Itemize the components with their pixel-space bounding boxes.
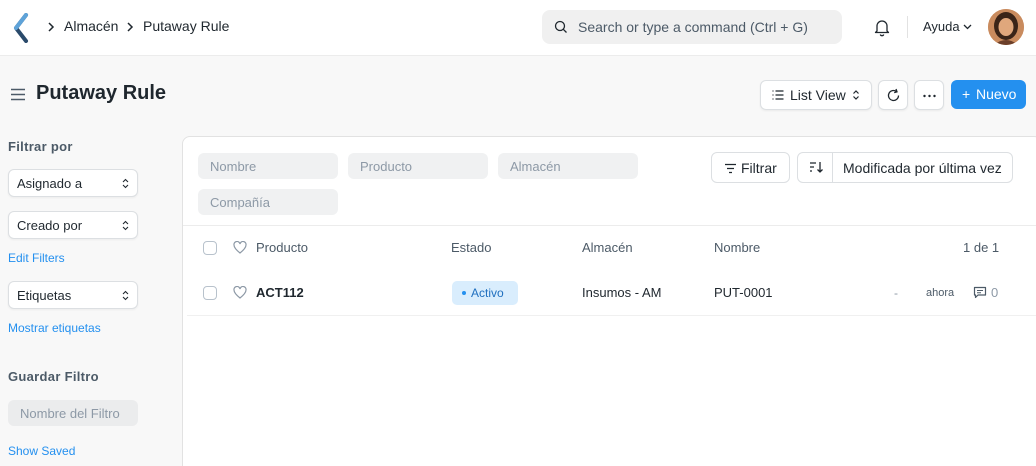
filter-button[interactable]: Filtrar (711, 152, 790, 183)
row-producto[interactable]: ACT112 (256, 285, 304, 300)
search-icon (554, 20, 567, 33)
row-nombre: PUT-0001 (714, 285, 773, 300)
more-horizontal-icon (923, 94, 936, 98)
search-placeholder: Search or type a command (Ctrl + G) (578, 19, 808, 35)
select-chevron-icon (122, 290, 129, 301)
search-input[interactable]: Search or type a command (Ctrl + G) (542, 10, 842, 44)
status-dot (462, 291, 466, 295)
app-logo-icon[interactable] (12, 13, 30, 43)
reload-button[interactable] (878, 80, 908, 110)
more-actions-button[interactable] (914, 80, 944, 110)
list-view-label: List View (790, 87, 846, 103)
list-view-select[interactable]: List View (760, 80, 872, 110)
compania-filter-placeholder: Compañía (210, 195, 270, 210)
filter-button-label: Filtrar (741, 160, 777, 176)
select-chevron-icon (122, 220, 129, 231)
comment-icon[interactable] (973, 286, 987, 299)
almacen-filter-input[interactable]: Almacén (498, 153, 638, 179)
breadcrumb-almacen[interactable]: Almacén (64, 18, 118, 34)
refresh-icon (887, 88, 900, 102)
status-badge: Activo (452, 281, 518, 305)
list-icon (772, 90, 784, 100)
sort-order-button[interactable] (798, 153, 833, 182)
edit-filters-link[interactable]: Edit Filters (8, 251, 65, 265)
column-header-almacen[interactable]: Almacén (582, 240, 633, 255)
navbar: Almacén Putaway Rule Search or type a co… (0, 0, 1036, 56)
row-divider (187, 315, 1036, 316)
heart-icon[interactable] (233, 241, 247, 254)
row-modified-time: ahora (926, 287, 955, 299)
list-panel: Nombre Producto Almacén Compañía Filtrar… (182, 136, 1036, 466)
chevron-right-icon (127, 22, 134, 32)
created-by-select[interactable]: Creado por (8, 211, 138, 239)
select-chevron-icon (853, 90, 859, 100)
created-by-label: Creado por (17, 218, 83, 233)
chevron-down-icon (963, 24, 972, 30)
sidebar-toggle-icon[interactable] (10, 88, 26, 101)
page-title: Putaway Rule (36, 82, 167, 104)
status-label: Activo (471, 286, 504, 300)
avatar-image (988, 9, 1024, 45)
filter-name-input[interactable]: Nombre del Filtro (8, 400, 138, 426)
tags-select[interactable]: Etiquetas (8, 281, 138, 309)
column-header-estado[interactable]: Estado (451, 240, 491, 255)
show-tags-link[interactable]: Mostrar etiquetas (8, 321, 101, 335)
breadcrumb-putaway-rule[interactable]: Putaway Rule (143, 18, 229, 34)
filter-icon (725, 163, 736, 174)
filter-by-heading: Filtrar por (8, 139, 73, 154)
help-dropdown[interactable]: Ayuda (923, 19, 960, 34)
comment-count: 0 (991, 285, 999, 300)
filter-name-placeholder: Nombre del Filtro (20, 406, 120, 421)
plus-icon: + (962, 86, 971, 102)
almacen-filter-placeholder: Almacén (510, 159, 561, 174)
compania-filter-input[interactable]: Compañía (198, 189, 338, 215)
navbar-divider (907, 16, 908, 38)
nombre-filter-placeholder: Nombre (210, 159, 257, 174)
assigned-to-label: Asignado a (17, 176, 83, 191)
save-filter-heading: Guardar Filtro (8, 369, 99, 384)
row-checkbox[interactable] (203, 286, 217, 300)
column-header-producto[interactable]: Producto (256, 240, 308, 255)
sort-selector: Modificada por última vez (797, 152, 1013, 183)
nombre-filter-input[interactable]: Nombre (198, 153, 338, 179)
row-almacen: Insumos - AM (582, 285, 662, 300)
chevron-right-icon (48, 22, 55, 32)
row-dash: - (894, 286, 898, 300)
select-all-checkbox[interactable] (203, 241, 217, 255)
result-count: 1 de 1 (963, 240, 1000, 255)
panel-divider (183, 225, 1036, 226)
sort-field-button[interactable]: Modificada por última vez (843, 160, 1002, 176)
show-saved-link[interactable]: Show Saved (8, 444, 75, 458)
column-header-nombre[interactable]: Nombre (714, 240, 760, 255)
bell-icon[interactable] (873, 18, 891, 37)
tags-label: Etiquetas (17, 288, 72, 303)
producto-filter-placeholder: Producto (360, 159, 413, 174)
assigned-to-select[interactable]: Asignado a (8, 169, 138, 197)
heart-icon[interactable] (233, 286, 247, 299)
avatar[interactable] (988, 9, 1024, 45)
producto-filter-input[interactable]: Producto (348, 153, 488, 179)
sort-descending-icon (810, 162, 823, 173)
new-button[interactable]: + Nuevo (951, 80, 1026, 109)
new-button-label: Nuevo (976, 86, 1017, 102)
select-chevron-icon (122, 178, 129, 189)
